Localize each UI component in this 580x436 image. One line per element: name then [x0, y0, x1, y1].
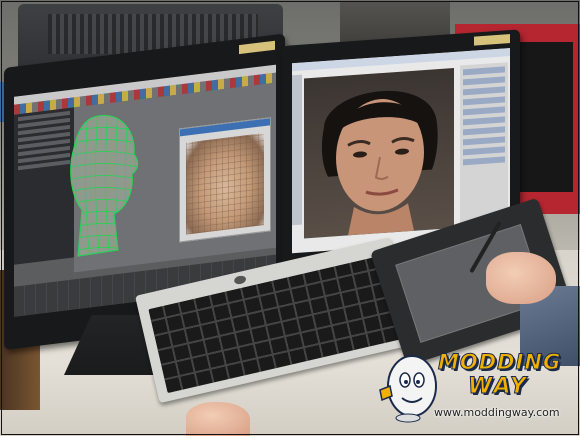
logo-text-way: WAY — [468, 374, 528, 400]
photo-scene: MODDING WAY www.moddingway.com — [0, 0, 580, 436]
left-monitor-badge — [239, 40, 275, 55]
left-hand — [186, 402, 250, 436]
right-hand — [486, 252, 556, 304]
watermark-url: www.moddingway.com — [434, 406, 560, 419]
logo-text-modding: MODDING — [437, 350, 562, 375]
wireframe-head-model — [70, 114, 139, 257]
watermark-logo: MODDING WAY www.moddingway.com — [372, 340, 578, 430]
uv-texture-dialog — [179, 117, 271, 243]
face-photo-canvas — [304, 67, 454, 239]
right-monitor-badge — [474, 34, 510, 46]
face-portrait — [321, 90, 438, 236]
keyboard-brand-mark — [233, 274, 247, 286]
modeling-app-channel-panel — [14, 107, 74, 265]
image-editor-toolbox — [292, 74, 302, 226]
mascot-icon — [379, 355, 437, 423]
